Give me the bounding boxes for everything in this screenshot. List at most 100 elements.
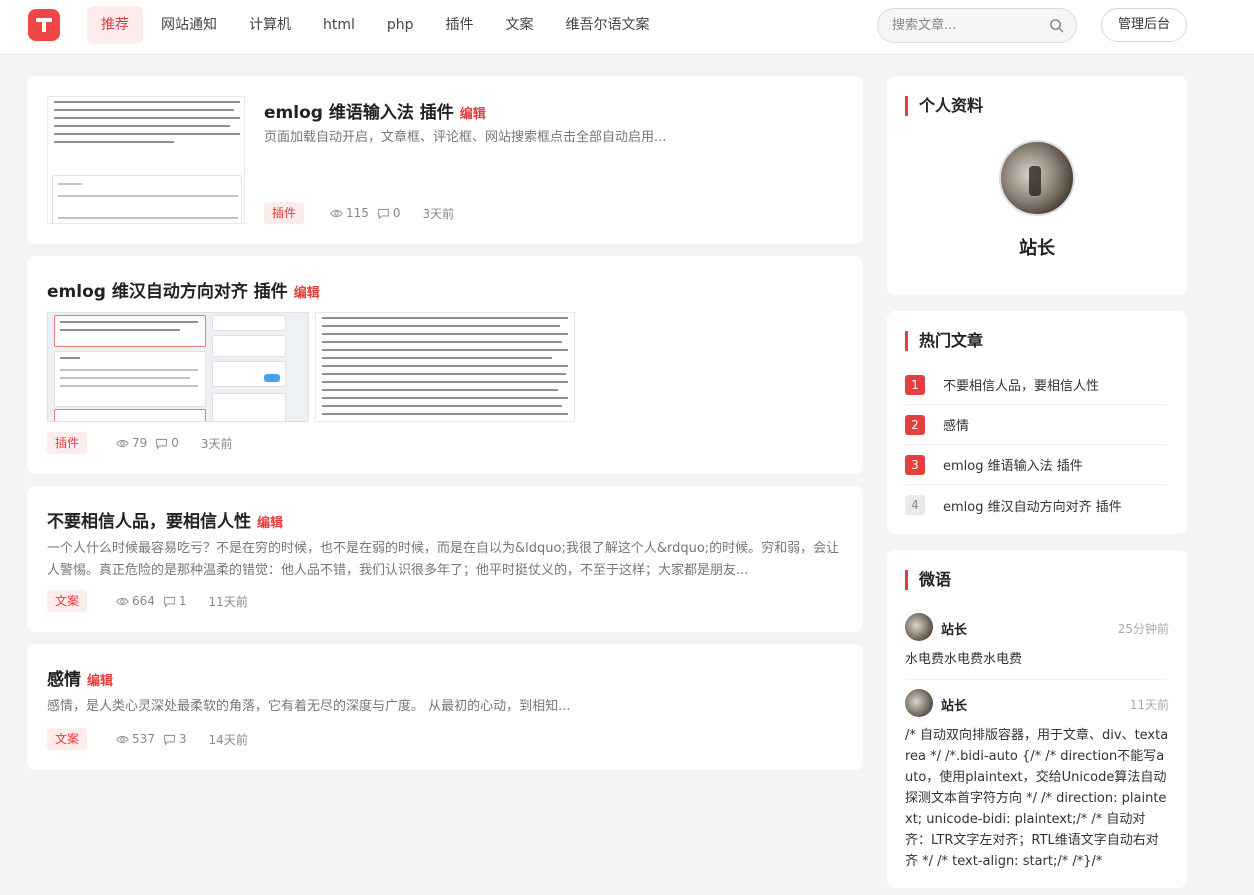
post-time: 3天前 — [200, 436, 233, 451]
hot-item-label[interactable]: emlog 维语输入法 插件 — [943, 455, 1083, 474]
eye-icon — [330, 209, 343, 217]
post-title[interactable]: emlog 维语输入法 插件 编辑 — [264, 98, 486, 123]
thumb-text-line — [58, 217, 238, 219]
thumb-text-line — [54, 141, 174, 143]
thumb-text-line — [322, 325, 560, 327]
thumb-text-line — [58, 183, 82, 185]
nav-item-html[interactable]: html — [309, 6, 369, 44]
thumb-text-line — [322, 349, 568, 351]
tw-content: 水电费水电费水电费 — [905, 652, 1023, 667]
hot-list-item[interactable]: 3 emlog 维语输入法 插件 — [905, 445, 1167, 485]
thumb-panel — [54, 351, 206, 407]
edit-link[interactable]: 编辑 — [257, 516, 283, 531]
tw-time: 11天前 — [1129, 698, 1169, 712]
post-tag[interactable]: 插件 — [264, 202, 305, 224]
search-icon[interactable] — [1049, 18, 1064, 33]
post-time: 3天前 — [422, 206, 455, 221]
tw-time: 25分钟前 — [1117, 622, 1169, 636]
edit-link[interactable]: 编辑 — [294, 286, 320, 301]
rank-badge: 1 — [905, 374, 925, 395]
hot-list-item[interactable]: 1 不要相信人品，要相信人性 — [905, 365, 1167, 405]
nav-item-php[interactable]: php — [373, 6, 428, 44]
avatar[interactable] — [999, 140, 1075, 216]
thumb-text-line — [60, 385, 198, 387]
post-card: emlog 维汉自动方向对齐 插件 编辑 插件 79 0 3天前 — [27, 256, 863, 474]
thumb-button — [264, 374, 280, 382]
comment-icon — [156, 438, 168, 450]
avatar[interactable] — [905, 613, 933, 641]
post-excerpt: 一个人什么时候最容易吃亏？不是在穷的时候，也不是在弱的时候，而是在自以为&ldq… — [47, 541, 840, 578]
post-title[interactable]: 不要相信人品，要相信人性 编辑 — [47, 507, 283, 532]
site-logo[interactable] — [28, 9, 60, 41]
post-meta: 115 0 3天前 — [330, 203, 454, 223]
thumb-text-line — [322, 365, 568, 367]
post-title[interactable]: 感情 编辑 — [47, 665, 113, 690]
post-thumbnail[interactable] — [47, 96, 245, 224]
post-excerpt: 感情，是人类心灵深处最柔软的角落，它有着无尽的深度与广度。 从最初的心动，到相知… — [47, 699, 571, 714]
widget-title: 热门文章 — [905, 331, 983, 351]
rank-badge: 4 — [905, 495, 925, 515]
thumb-text-line — [322, 405, 562, 407]
rank-badge: 2 — [905, 414, 925, 435]
thumb-text-line — [60, 329, 180, 331]
post-tag[interactable]: 插件 — [47, 432, 88, 454]
post-tag[interactable]: 文案 — [47, 728, 88, 750]
thumb-text-line — [58, 195, 238, 197]
tw-author: 站长 — [941, 699, 968, 714]
nav-item-uyghur-copy[interactable]: 维吾尔语文案 — [552, 6, 664, 44]
thumb-text-line — [60, 377, 190, 379]
post-tag[interactable]: 文案 — [47, 590, 88, 612]
thumb-text-line — [54, 125, 230, 127]
search-box — [877, 8, 1077, 43]
divider — [905, 679, 1167, 680]
thumb-text-line — [322, 389, 558, 391]
thumb-text-line — [60, 369, 198, 371]
twitter-widget: 微语 站长 25分钟前 水电费水电费水电费 站长 11天前 /* 自动双向排版容… — [887, 550, 1187, 888]
hot-item-label[interactable]: 不要相信人品，要相信人性 — [943, 375, 1099, 394]
comment-count: 0 — [392, 206, 401, 220]
owner-name: 站长 — [1019, 238, 1055, 259]
edit-link[interactable]: 编辑 — [87, 674, 113, 689]
post-image[interactable] — [47, 312, 309, 422]
thumb-text-line — [322, 317, 568, 319]
admin-button[interactable]: 管理后台 — [1101, 8, 1187, 42]
avatar[interactable] — [905, 689, 933, 717]
hot-posts-widget: 热门文章 1 不要相信人品，要相信人性 2 感情 3 emlog 维语输入法 插… — [887, 311, 1187, 534]
logo-glyph-stem — [42, 18, 46, 32]
thumb-text-line — [54, 117, 240, 119]
thumb-panel — [212, 315, 286, 331]
post-image[interactable] — [315, 312, 575, 422]
nav-item-computer[interactable]: 计算机 — [235, 6, 305, 44]
thumb-text-line — [322, 397, 568, 399]
comment-count: 3 — [178, 732, 187, 746]
post-title-text[interactable]: emlog 维汉自动方向对齐 插件 — [47, 282, 288, 302]
post-meta: 537 3 14天前 — [116, 729, 248, 749]
thumb-text-line — [322, 341, 562, 343]
post-time: 11天前 — [208, 594, 248, 609]
post-card: 不要相信人品，要相信人性 编辑 一个人什么时候最容易吃亏？不是在穷的时候，也不是在… — [27, 486, 863, 632]
hot-list-item[interactable]: 2 感情 — [905, 405, 1167, 445]
nav-item-plugin[interactable]: 插件 — [432, 6, 488, 44]
hot-item-label[interactable]: emlog 维汉自动方向对齐 插件 — [943, 496, 1122, 515]
post-title-text[interactable]: emlog 维语输入法 插件 — [264, 103, 454, 123]
hot-item-label[interactable]: 感情 — [943, 415, 969, 434]
comment-icon — [378, 208, 389, 220]
thumb-panel — [212, 393, 286, 421]
widget-title: 微语 — [905, 570, 951, 590]
nav-item-recommend[interactable]: 推荐 — [87, 6, 143, 44]
nav-item-copywriting[interactable]: 文案 — [492, 6, 548, 44]
post-title-text[interactable]: 感情 — [47, 670, 81, 690]
comment-count: 1 — [178, 594, 187, 608]
comment-icon — [164, 734, 175, 746]
comment-count: 0 — [171, 436, 179, 450]
thumb-text-line — [322, 413, 568, 415]
hot-list-item[interactable]: 4 emlog 维汉自动方向对齐 插件 — [905, 485, 1167, 525]
thumb-panel — [54, 315, 206, 347]
eye-icon — [116, 597, 129, 605]
post-title[interactable]: emlog 维汉自动方向对齐 插件 编辑 — [47, 277, 320, 302]
post-meta: 664 1 11天前 — [116, 591, 248, 611]
post-title-text[interactable]: 不要相信人品，要相信人性 — [47, 512, 251, 532]
nav-item-notice[interactable]: 网站通知 — [147, 6, 231, 44]
edit-link[interactable]: 编辑 — [460, 107, 486, 122]
search-input[interactable] — [878, 9, 1048, 42]
